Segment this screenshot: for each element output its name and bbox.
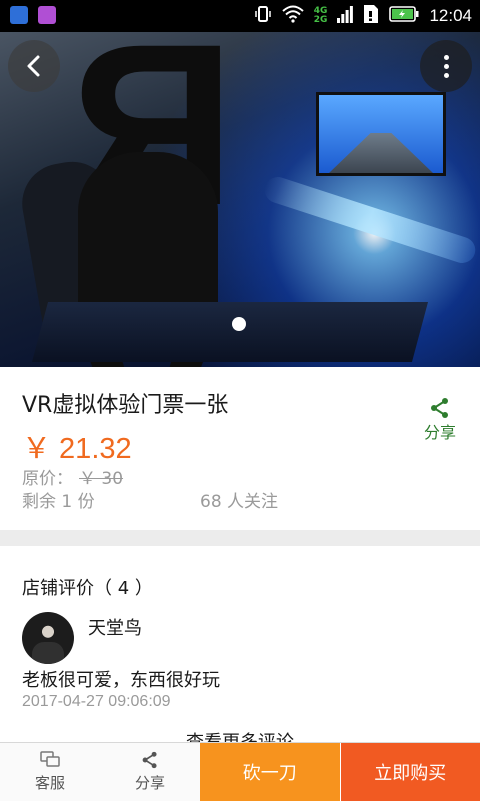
original-price-value: ￥ 30	[79, 469, 123, 489]
avatar[interactable]	[22, 612, 74, 664]
share-label: 分享	[424, 419, 456, 443]
network-2g-label: 2G	[314, 16, 328, 25]
original-price: 原价： ￥ 30	[22, 464, 123, 489]
battery-icon	[389, 6, 419, 26]
review-date: 2017-04-27 09:06:09	[22, 693, 171, 711]
bargain-button[interactable]: 砍一刀	[200, 743, 340, 801]
signal-icon	[337, 5, 353, 27]
wifi-icon	[282, 5, 304, 27]
stock-remaining: 剩余 1 份	[22, 487, 95, 512]
review-text: 老板很可爱，东西很好玩	[22, 666, 220, 692]
racing-screen-decoration	[316, 92, 446, 176]
share-icon	[141, 751, 159, 769]
buy-now-button[interactable]: 立即购买	[340, 743, 480, 801]
status-bar: 4G 2G 12:04	[0, 0, 480, 32]
gallery-notification-icon	[38, 6, 56, 24]
customer-service-button[interactable]: 客服	[0, 743, 100, 801]
product-price: ￥ 21.32	[22, 425, 132, 467]
vibrate-icon	[254, 5, 272, 27]
share-button[interactable]: 分享	[420, 397, 460, 443]
original-price-label: 原价：	[22, 469, 73, 489]
network-type-indicator: 4G 2G	[314, 7, 328, 25]
more-vertical-icon	[444, 55, 449, 60]
back-button[interactable]	[8, 40, 60, 92]
bottom-share-label: 分享	[135, 772, 165, 793]
clock: 12:04	[429, 6, 472, 26]
carousel-indicator-dot	[232, 317, 246, 331]
more-options-button[interactable]	[420, 40, 472, 92]
bottom-share-button[interactable]: 分享	[100, 743, 200, 801]
bottom-action-bar: 客服 分享 砍一刀 立即购买	[0, 742, 480, 801]
chat-icon	[40, 751, 60, 769]
notification-icons	[10, 6, 56, 24]
product-info-card: VR虚拟体验门票一张 ￥ 21.32 原价： ￥ 30 剩余 1 份 68 人关注…	[0, 367, 480, 530]
rig-decoration	[32, 302, 428, 362]
shop-reviews-section: 店铺评价（ 4 ） 天堂鸟 老板很可爱，东西很好玩 2017-04-27 09:…	[0, 546, 480, 746]
sim-card-icon	[363, 4, 379, 28]
reviews-heading: 店铺评价（ 4 ）	[22, 574, 153, 600]
chevron-left-icon	[24, 54, 44, 78]
share-icon	[429, 397, 451, 419]
follower-count: 68 人关注	[200, 487, 278, 512]
product-title: VR虚拟体验门票一张	[22, 387, 228, 419]
reviewer-name: 天堂鸟	[88, 614, 142, 640]
app-notification-icon	[10, 6, 28, 24]
customer-service-label: 客服	[35, 772, 65, 793]
